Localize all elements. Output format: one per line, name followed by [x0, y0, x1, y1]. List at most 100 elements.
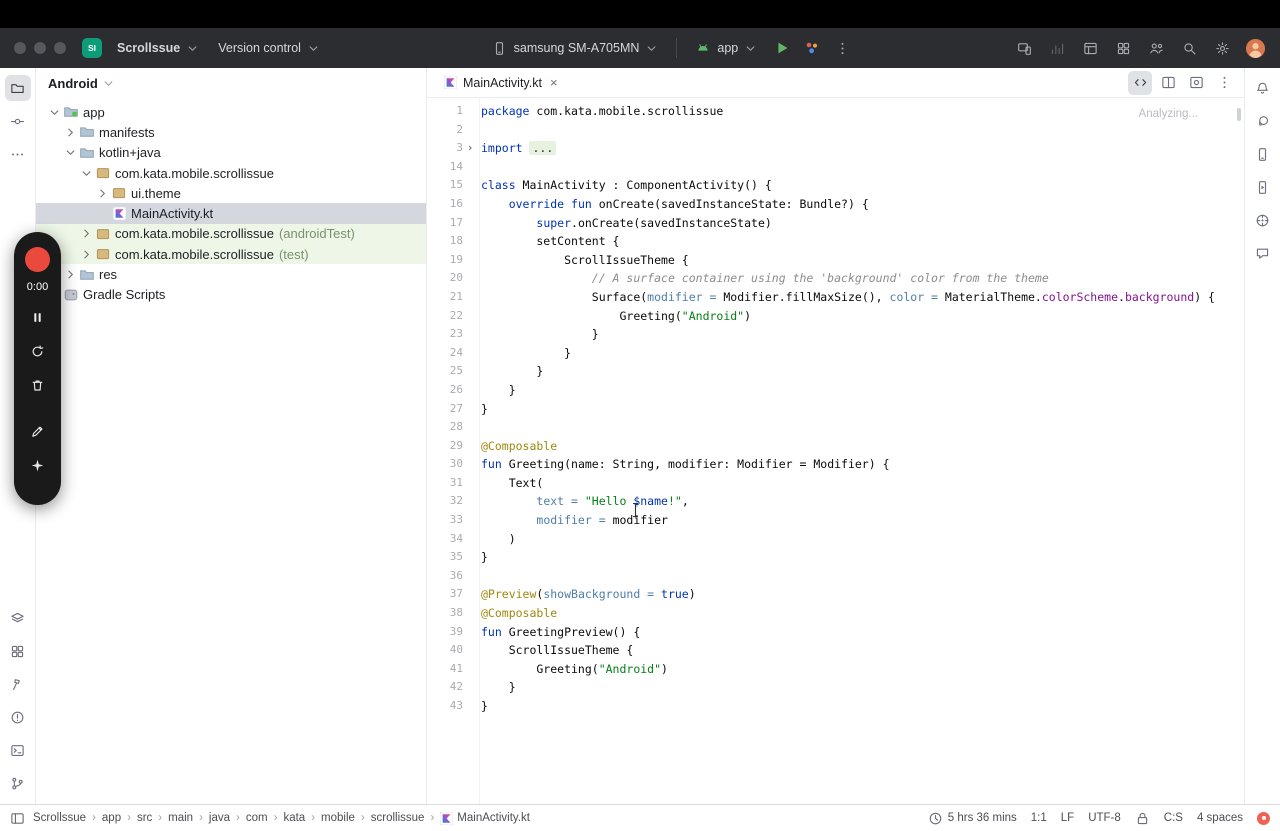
line-number[interactable]: 28	[427, 418, 463, 437]
close-tab-icon[interactable]: ×	[550, 75, 558, 90]
line-number[interactable]: 29	[427, 437, 463, 456]
pause-button[interactable]	[26, 305, 50, 329]
problems-icon[interactable]	[5, 704, 31, 730]
line-number[interactable]: 34	[427, 530, 463, 549]
settings-icon[interactable]	[1209, 35, 1235, 61]
code-line[interactable]: 34 )	[427, 530, 1244, 549]
cursor-position[interactable]: 1:1	[1031, 812, 1047, 824]
tab-mainactivity[interactable]: MainActivity.kt ×	[435, 68, 567, 97]
chevron-right-icon[interactable]	[78, 247, 94, 262]
line-number[interactable]: 38	[427, 604, 463, 623]
line-number[interactable]: 21	[427, 288, 463, 307]
project-switcher[interactable]: Scrollssue	[110, 37, 207, 60]
code-line[interactable]: 23 }	[427, 325, 1244, 344]
code-line[interactable]: 40 ScrollIssueTheme {	[427, 641, 1244, 660]
code-line[interactable]: 33 modifier = modifier	[427, 511, 1244, 530]
breadcrumb-item[interactable]: MainActivity.kt	[440, 811, 530, 825]
code-line[interactable]: 18 setContent {	[427, 232, 1244, 251]
vcs-widget[interactable]: Version control	[211, 37, 328, 60]
code-line[interactable]: 29 @Composable	[427, 437, 1244, 456]
profile-app-button[interactable]	[799, 35, 825, 61]
line-number[interactable]: 24	[427, 344, 463, 363]
column-selection-mode[interactable]: C:S	[1164, 812, 1183, 824]
more-tool-windows-icon[interactable]	[5, 141, 31, 167]
profiler-icon[interactable]	[1044, 35, 1070, 61]
line-number[interactable]: 14	[427, 158, 463, 177]
editor-options-icon[interactable]	[1212, 71, 1236, 95]
code-line[interactable]: 37 @Preview(showBackground = true)	[427, 585, 1244, 604]
device-selector[interactable]: samsung SM-A705MN	[484, 35, 667, 61]
ai-actions-button[interactable]	[26, 453, 50, 477]
breadcrumb-item[interactable]: kata	[283, 812, 305, 824]
tree-item[interactable]: kotlin+java	[36, 143, 426, 163]
notifications-icon[interactable]	[1250, 75, 1276, 101]
read-only-toggle[interactable]	[1135, 811, 1150, 826]
code-line[interactable]: 15 class MainActivity : ComponentActivity…	[427, 176, 1244, 195]
code-line[interactable]: 2	[427, 121, 1244, 140]
plugins-icon[interactable]	[1110, 35, 1136, 61]
line-separator[interactable]: LF	[1061, 812, 1074, 824]
chevron-right-icon[interactable]	[62, 125, 78, 140]
line-number[interactable]: 23	[427, 325, 463, 344]
line-number[interactable]: 25	[427, 362, 463, 381]
code-line[interactable]: 3 › import ...	[427, 139, 1244, 158]
editor-mode-design-icon[interactable]	[1184, 71, 1208, 95]
line-number[interactable]: 16	[427, 195, 463, 214]
editor-scrollbar[interactable]	[1234, 98, 1244, 804]
code-line[interactable]: 19 ScrollIssueTheme {	[427, 251, 1244, 270]
line-number[interactable]: 17	[427, 214, 463, 233]
zoom-button[interactable]	[54, 42, 66, 54]
line-number[interactable]: 37	[427, 585, 463, 604]
session-timer[interactable]: 5 hrs 36 mins	[928, 811, 1017, 826]
line-number[interactable]: 32	[427, 492, 463, 511]
close-button[interactable]	[14, 42, 26, 54]
code-line[interactable]: 24 }	[427, 344, 1244, 363]
breadcrumb-item[interactable]: src	[137, 812, 152, 824]
line-number[interactable]: 42	[427, 678, 463, 697]
notification-badge-icon[interactable]	[1257, 811, 1270, 825]
file-encoding[interactable]: UTF-8	[1088, 812, 1121, 824]
app-quality-insights-icon[interactable]	[1250, 207, 1276, 233]
code-editor[interactable]: 1 package com.kata.mobile.scrollissue 2 3 › i…	[427, 98, 1244, 804]
tree-item[interactable]: com.kata.mobile.scrollissue (androidTest)	[36, 223, 426, 245]
line-number[interactable]: 2	[427, 121, 463, 140]
build-variants-icon[interactable]	[5, 605, 31, 631]
version-control-icon[interactable]	[5, 770, 31, 796]
code-line[interactable]: 32 text = "Hello $name!",	[427, 492, 1244, 511]
code-line[interactable]: 43}	[427, 697, 1244, 716]
tree-item[interactable]: res	[36, 264, 426, 284]
terminal-icon[interactable]	[5, 737, 31, 763]
restart-button[interactable]	[26, 339, 50, 363]
line-number[interactable]: 20	[427, 269, 463, 288]
breadcrumb-item[interactable]: mobile	[321, 812, 355, 824]
line-number[interactable]: 15	[427, 176, 463, 195]
mirror-device-icon[interactable]	[1011, 35, 1037, 61]
delete-button[interactable]	[26, 373, 50, 397]
code-line[interactable]: 41 Greeting("Android")	[427, 660, 1244, 679]
project-view-selector[interactable]: Android	[36, 68, 426, 98]
gradle-icon[interactable]	[1250, 108, 1276, 134]
line-number[interactable]: 36	[427, 567, 463, 586]
code-line[interactable]: 17 super.onCreate(savedInstanceState)	[427, 214, 1244, 233]
line-number[interactable]: 39	[427, 623, 463, 642]
line-number[interactable]: 33	[427, 511, 463, 530]
line-number[interactable]: 26	[427, 381, 463, 400]
chevron-down-icon[interactable]	[78, 166, 94, 181]
code-line[interactable]: 36	[427, 567, 1244, 586]
search-icon[interactable]	[1176, 35, 1202, 61]
line-number[interactable]: 3	[427, 139, 463, 158]
tree-item[interactable]: Gradle Scripts	[36, 285, 426, 305]
code-line[interactable]: 35}	[427, 548, 1244, 567]
breadcrumb-item[interactable]: app	[102, 812, 121, 824]
build-icon[interactable]	[5, 671, 31, 697]
assistant-icon[interactable]	[1250, 240, 1276, 266]
tree-item[interactable]: manifests	[36, 122, 426, 142]
code-line[interactable]: 30 fun Greeting(name: String, modifier: M…	[427, 455, 1244, 474]
code-line[interactable]: 1 package com.kata.mobile.scrollissue	[427, 102, 1244, 121]
code-line[interactable]: 20 // A surface container using the 'bac…	[427, 269, 1244, 288]
device-manager-icon[interactable]	[1250, 141, 1276, 167]
chevron-right-icon[interactable]	[78, 226, 94, 241]
line-number[interactable]: 43	[427, 697, 463, 716]
line-number[interactable]: 40	[427, 641, 463, 660]
tree-item[interactable]: ui.theme	[36, 183, 426, 203]
